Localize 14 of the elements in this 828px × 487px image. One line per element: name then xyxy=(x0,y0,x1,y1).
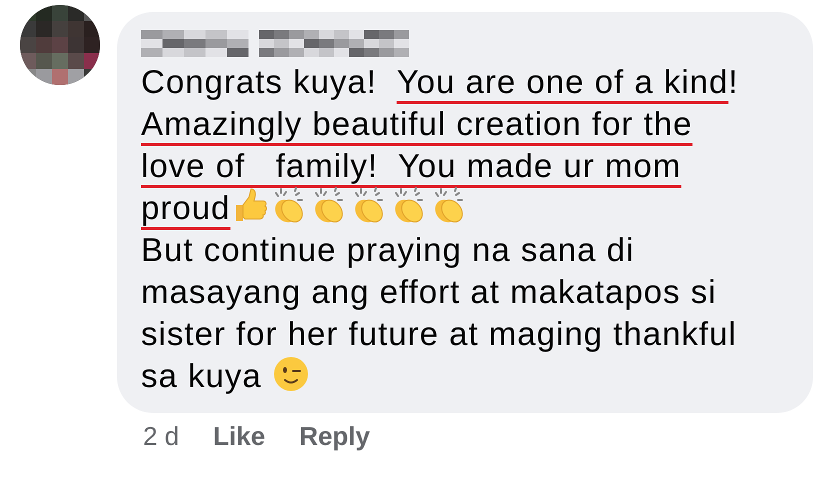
comment-text: sa kuya xyxy=(141,357,263,394)
underlined-text: You are one of a kind xyxy=(396,63,728,100)
comment-text: ! xyxy=(728,63,739,100)
comment-text: But continue praying na sana di xyxy=(141,231,634,268)
underlined-text: Amazingly beautiful creation for the xyxy=(141,105,692,142)
underlined-text: love of family! You made ur mom xyxy=(141,147,682,184)
winking-face-icon xyxy=(272,355,310,393)
comment-text: Congrats kuya! xyxy=(141,63,378,100)
underlined-text: proud xyxy=(141,189,230,226)
comment-text: sister for her future at maging thankful xyxy=(141,315,737,352)
like-button[interactable]: Like xyxy=(213,421,266,452)
reply-button[interactable]: Reply xyxy=(299,421,370,452)
comment-text: masayang ang effort at makatapos si xyxy=(141,273,717,310)
timestamp: 2 d xyxy=(143,421,180,452)
